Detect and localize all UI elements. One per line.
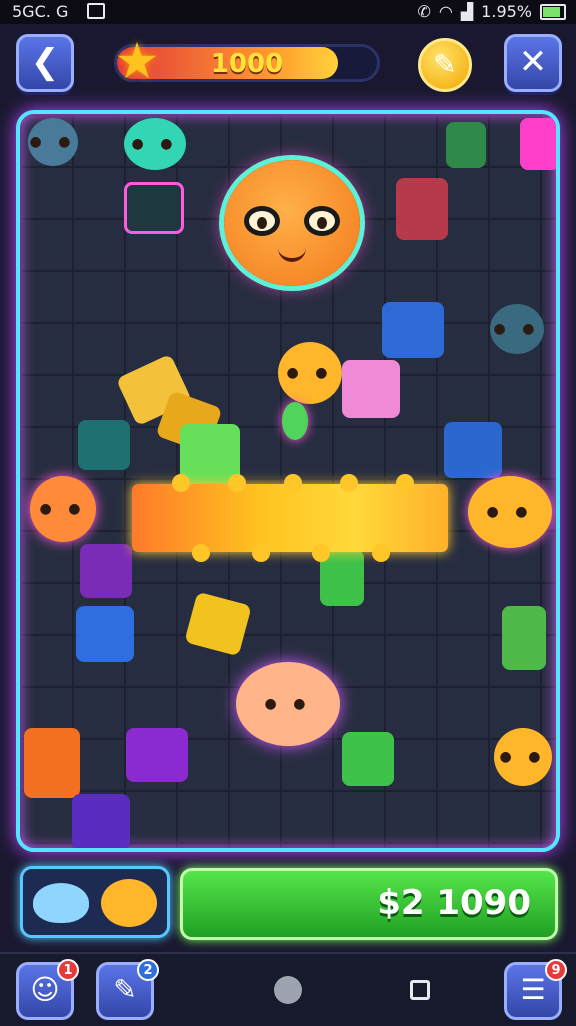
close-button[interactable]: ✕	[504, 34, 562, 92]
menu-icon: ☰	[520, 973, 546, 1006]
recents-button[interactable]	[410, 980, 430, 1000]
signal-icon: ✆	[417, 2, 431, 21]
puzzle-board[interactable]: ● ● ● ● ● ● ● ● ● ● ● ● ● ● ● ●	[16, 110, 560, 852]
puzzle-piece[interactable]	[396, 178, 448, 240]
puzzle-piece[interactable]	[382, 302, 444, 358]
notification-badge: 1	[57, 959, 79, 981]
menu-button[interactable]: ☰ 9	[504, 959, 567, 1020]
puzzle-piece[interactable]	[184, 591, 252, 657]
creature-spiky[interactable]: ● ●	[490, 304, 544, 354]
glasses-creature[interactable]	[224, 160, 360, 286]
creature-fish[interactable]: ● ●	[468, 476, 552, 548]
gem-icon	[282, 402, 308, 440]
star-icon: ★	[114, 32, 160, 90]
puzzle-piece[interactable]	[80, 544, 132, 598]
notification-icon	[87, 3, 106, 19]
battery-icon	[540, 3, 566, 20]
puzzle-piece[interactable]	[342, 732, 394, 786]
puzzle-piece[interactable]	[444, 422, 502, 478]
brush-icon: ✎	[113, 973, 137, 1006]
creature-cat[interactable]: ● ●	[278, 342, 342, 404]
glasses-icon	[244, 206, 340, 238]
creature-teal[interactable]: ● ●	[124, 118, 186, 170]
creature-button[interactable]: ☺ 1	[16, 959, 79, 1020]
cat-icon	[101, 879, 157, 927]
money-label: $2 1090	[377, 883, 531, 923]
pencil-icon: ✎	[433, 48, 457, 81]
paint-button[interactable]: ✎ 2	[96, 959, 159, 1020]
status-left: 5GC. G	[12, 2, 106, 21]
navigation-bar: ☺ 1 ✎ 2 ☰ 9	[0, 952, 576, 1026]
creature-pink[interactable]: ● ●	[236, 662, 340, 746]
cell-icon: ▟	[460, 2, 474, 21]
wifi-icon: ◠	[438, 2, 453, 21]
cat-icon: ☺	[30, 973, 60, 1006]
puzzle-piece[interactable]	[24, 728, 80, 798]
notification-badge: 2	[137, 959, 159, 981]
creature-cat-small[interactable]: ● ●	[494, 728, 552, 786]
back-button[interactable]: ❮	[16, 34, 74, 92]
puzzle-piece[interactable]	[72, 794, 130, 848]
carrier-label: G	[55, 2, 69, 21]
money-button[interactable]: $2 1090	[180, 868, 558, 940]
puzzle-piece[interactable]	[78, 420, 130, 470]
status-bar: 5GC. G ✆ ◠ ▟ 1.95%	[0, 0, 576, 24]
puzzle-piece[interactable]	[126, 728, 188, 782]
blob-icon	[33, 883, 89, 923]
puzzle-piece[interactable]	[446, 122, 486, 168]
puzzle-piece[interactable]	[502, 606, 546, 670]
creature-orange[interactable]: ● ●	[30, 476, 96, 542]
hint-button[interactable]: ✎	[418, 38, 472, 92]
arrow-left-icon: ❮	[30, 42, 60, 82]
puzzle-piece[interactable]	[76, 606, 134, 662]
creature-blue[interactable]: ● ●	[28, 118, 78, 166]
inventory-tray[interactable]	[20, 866, 170, 938]
puzzle-piece[interactable]	[342, 360, 400, 418]
close-icon: ✕	[518, 42, 548, 82]
network-label: 5G	[12, 2, 35, 21]
puzzle-piece[interactable]	[520, 118, 556, 170]
puzzle-piece[interactable]	[124, 182, 184, 234]
home-button[interactable]	[274, 976, 302, 1004]
battery-percent: 1.95%	[481, 2, 532, 21]
notification-badge: 9	[545, 959, 567, 981]
status-right: ✆ ◠ ▟ 1.95%	[417, 2, 566, 21]
assembled-strip	[132, 474, 448, 562]
